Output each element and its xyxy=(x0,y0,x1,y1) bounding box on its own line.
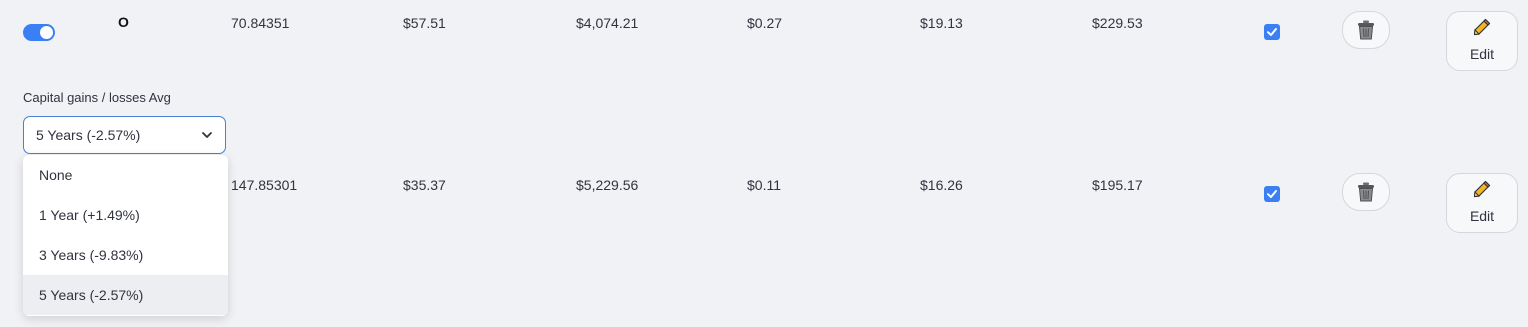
edit-button-label: Edit xyxy=(1469,46,1495,62)
check-icon xyxy=(1267,190,1277,198)
dropdown-option-3-years[interactable]: 3 Years (-9.83%) xyxy=(23,235,228,275)
pencil-icon xyxy=(1473,180,1491,198)
include-toggle[interactable] xyxy=(23,24,55,41)
annual-dividend-cell: $16.26 xyxy=(920,177,963,193)
chevron-down-icon xyxy=(202,132,212,138)
dividend-cell: $0.27 xyxy=(747,15,783,31)
capital-gains-label: Capital gains / losses Avg xyxy=(23,90,171,105)
total-cell: $229.53 xyxy=(1092,15,1143,31)
trash-icon xyxy=(1358,20,1374,40)
delete-button[interactable] xyxy=(1342,173,1390,211)
capital-gains-dropdown-menu: None 1 Year (+1.49%) 3 Years (-9.83%) 5 … xyxy=(23,155,228,316)
shares-cell: 147.85301 xyxy=(231,177,298,193)
value-cell: $5,229.56 xyxy=(576,177,639,193)
shares-cell: 70.84351 xyxy=(231,15,290,31)
ticker-cell: O xyxy=(118,14,129,30)
edit-button-label: Edit xyxy=(1469,208,1495,224)
toggle-knob xyxy=(40,26,53,39)
dropdown-option-none[interactable]: None xyxy=(23,155,228,195)
pencil-icon xyxy=(1473,18,1491,36)
delete-button[interactable] xyxy=(1342,11,1390,49)
table-row: O 70.84351 $57.51 $4,074.21 $0.27 $19.13… xyxy=(0,0,1528,71)
dividend-cell: $0.11 xyxy=(747,177,781,193)
capital-gains-selected-value: 5 Years (-2.57%) xyxy=(36,127,141,143)
row-checkbox[interactable] xyxy=(1264,186,1280,202)
total-cell: $195.17 xyxy=(1092,177,1143,193)
capital-gains-select[interactable]: 5 Years (-2.57%) xyxy=(23,116,226,154)
dropdown-option-5-years[interactable]: 5 Years (-2.57%) xyxy=(23,275,228,315)
annual-dividend-cell: $19.13 xyxy=(920,15,963,31)
dropdown-option-1-year[interactable]: 1 Year (+1.49%) xyxy=(23,195,228,235)
value-cell: $4,074.21 xyxy=(576,15,639,31)
holdings-table: O 70.84351 $57.51 $4,074.21 $0.27 $19.13… xyxy=(0,0,1528,327)
check-icon xyxy=(1267,28,1277,36)
price-cell: $35.37 xyxy=(403,177,446,193)
edit-button[interactable]: Edit xyxy=(1446,11,1518,71)
trash-icon xyxy=(1358,182,1374,202)
price-cell: $57.51 xyxy=(403,15,446,31)
edit-button[interactable]: Edit xyxy=(1446,173,1518,233)
table-row: 147.85301 $35.37 $5,229.56 $0.11 $16.26 … xyxy=(0,162,1528,233)
row-checkbox[interactable] xyxy=(1264,24,1280,40)
